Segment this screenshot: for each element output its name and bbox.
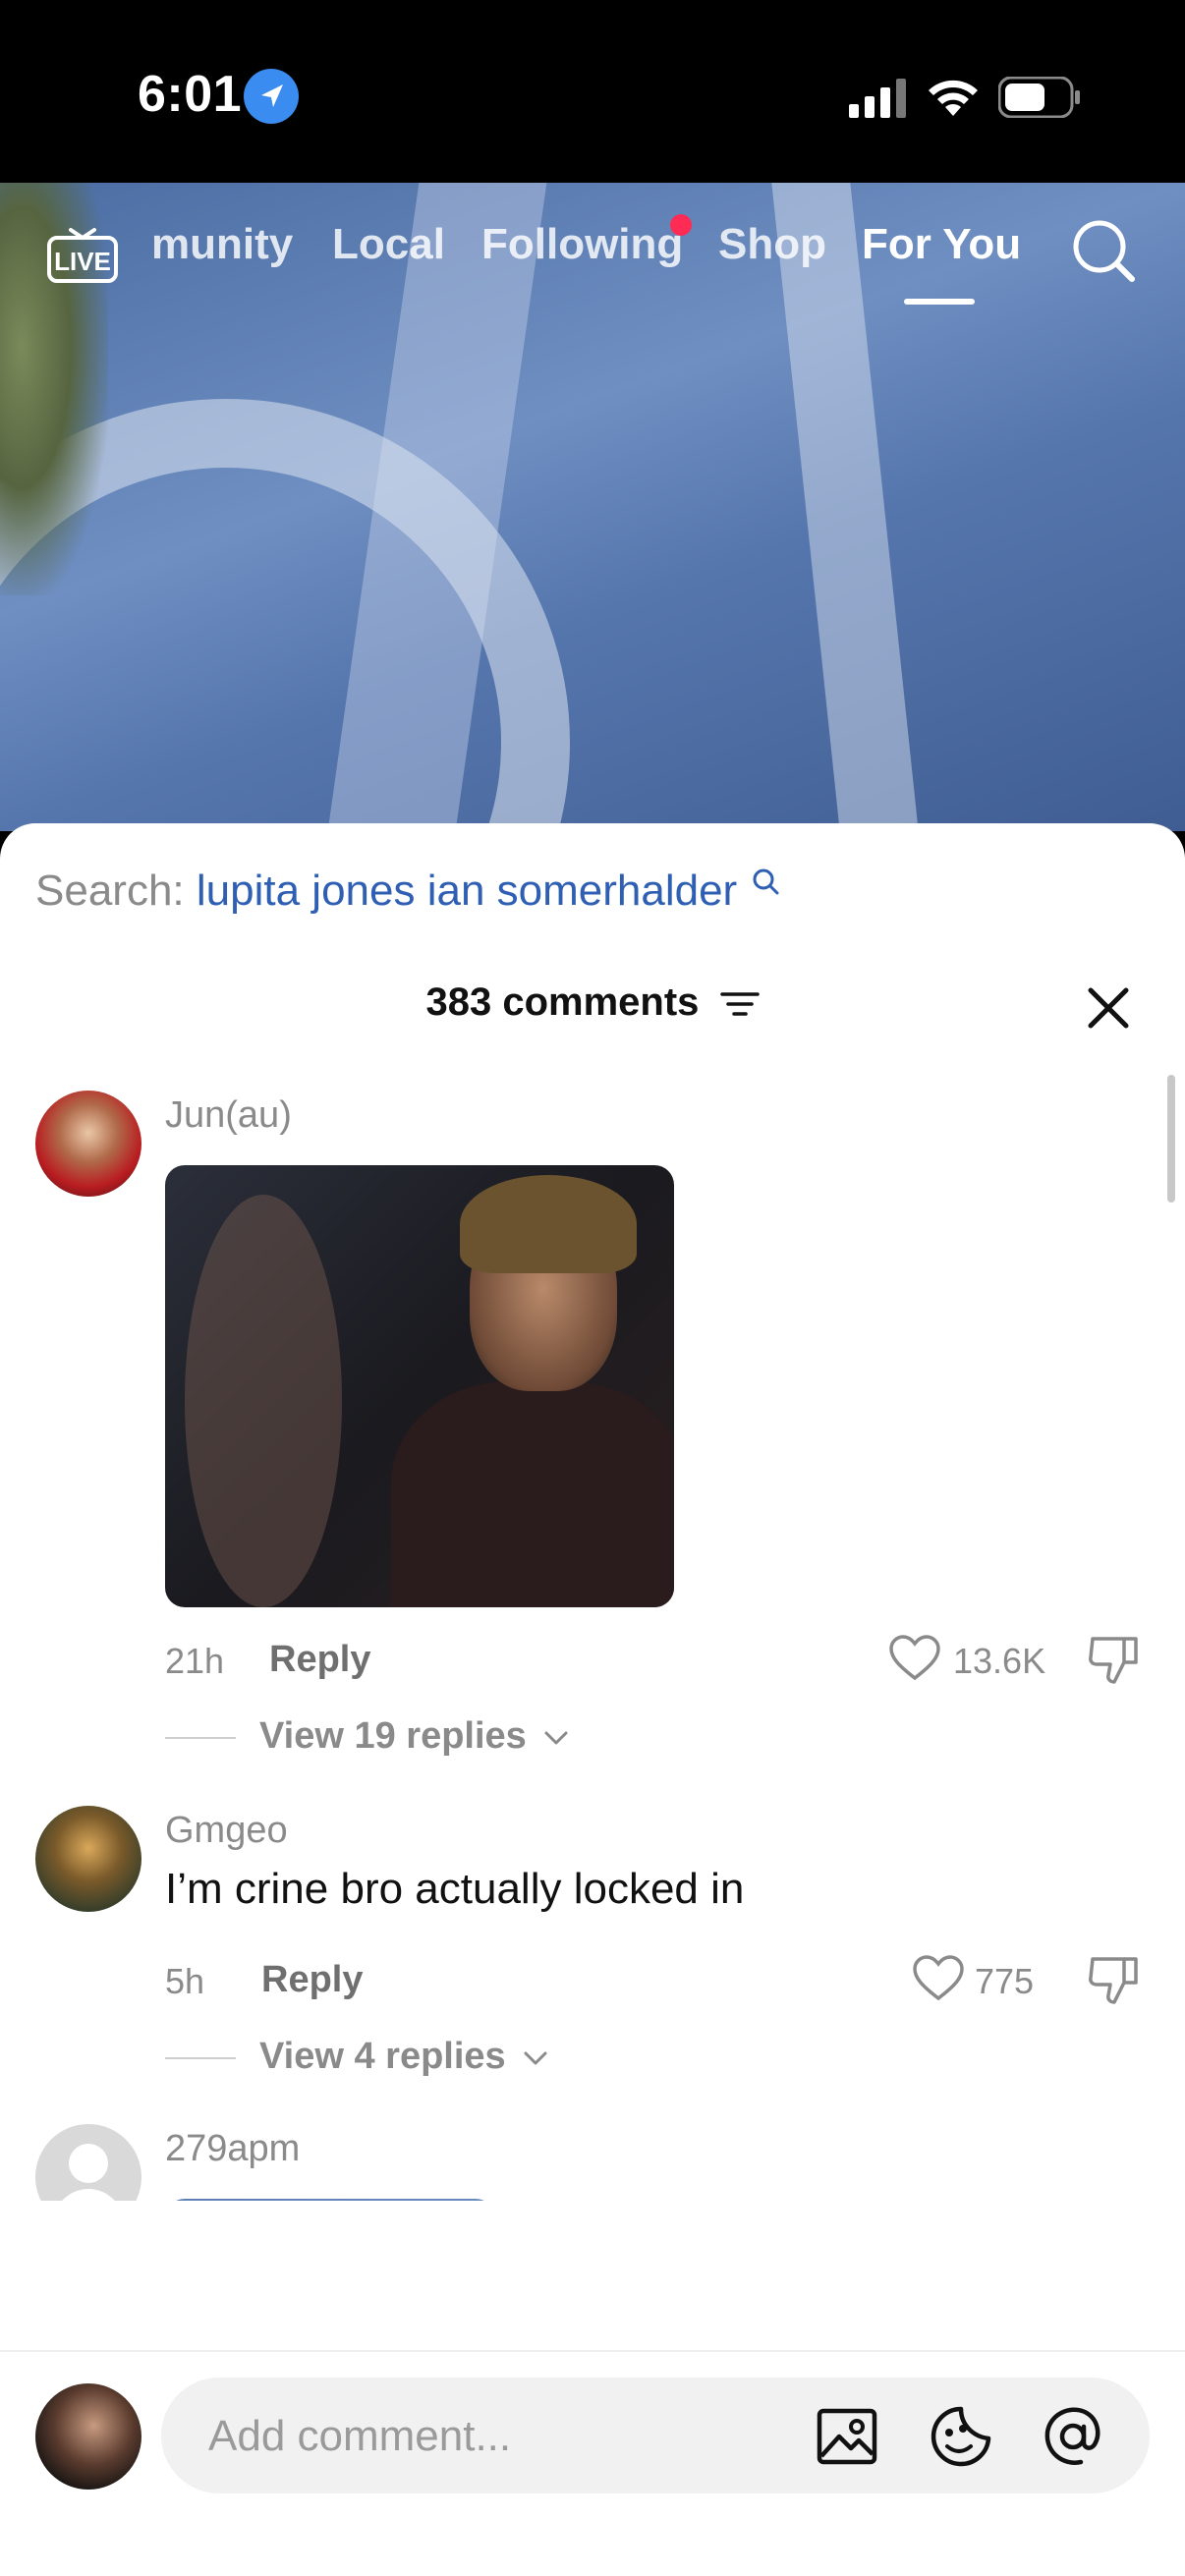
reply-button[interactable]: Reply xyxy=(269,1639,370,1681)
tab-local[interactable]: Local xyxy=(332,220,445,269)
reply-divider-line xyxy=(165,1736,236,1739)
heart-icon[interactable] xyxy=(888,1635,941,1682)
avatar[interactable] xyxy=(35,1806,141,1912)
comment-list: Jun(au) 21h Reply 13.6K View 19 replies xyxy=(0,1091,1185,2201)
comment-gif-image[interactable] xyxy=(165,1165,674,1607)
live-label: LIVE xyxy=(54,247,111,276)
wifi-icon xyxy=(929,80,978,116)
search-icon[interactable] xyxy=(1069,216,1138,285)
battery-icon xyxy=(998,77,1080,118)
tab-shop[interactable]: Shop xyxy=(718,220,826,269)
comment-item: Jun(au) 21h Reply 13.6K View 19 replies xyxy=(0,1091,1185,1798)
heart-icon[interactable] xyxy=(912,1955,965,2002)
comments-count: 383 comments xyxy=(425,980,700,1024)
live-icon[interactable]: LIVE xyxy=(45,222,120,285)
avatar[interactable] xyxy=(35,1091,141,1197)
comment-input-bar xyxy=(0,2350,1185,2576)
comment-input-container[interactable] xyxy=(161,2378,1150,2493)
reply-divider-line xyxy=(165,2056,236,2059)
current-user-avatar[interactable] xyxy=(35,2383,141,2490)
filter-icon[interactable] xyxy=(719,988,760,1020)
search-query-link[interactable]: lupita jones ian somerhalder xyxy=(197,867,737,915)
comment-item: Gmgeo I’m crine bro actually locked in 5… xyxy=(0,1806,1185,2100)
notification-dot xyxy=(670,214,692,236)
view-replies-label: View 4 replies xyxy=(259,2036,506,2077)
chevron-down-icon xyxy=(544,1731,568,1745)
comment-input[interactable] xyxy=(208,2409,759,2464)
comment-item: 279apm xyxy=(0,2124,1185,2201)
comment-username[interactable]: Jun(au) xyxy=(165,1094,292,1137)
like-count: 775 xyxy=(975,1961,1035,2001)
tab-community[interactable]: munity xyxy=(151,220,293,269)
top-nav: LIVE munity Local Following Shop For You xyxy=(0,196,1185,314)
status-time: 6:01 xyxy=(138,66,243,123)
location-arrow-icon xyxy=(244,69,299,124)
search-suggestion[interactable]: Search: lupita jones ian somerhalder xyxy=(35,867,780,916)
close-icon[interactable] xyxy=(1081,980,1136,1036)
emoji-sticker-icon[interactable] xyxy=(928,2403,994,2470)
signal-icon xyxy=(849,79,906,118)
comments-header: 383 comments xyxy=(0,980,1185,1025)
search-icon xyxy=(753,868,779,895)
chevron-down-icon xyxy=(524,2051,547,2065)
like-count: 13.6K xyxy=(953,1641,1046,1681)
image-element xyxy=(460,1175,637,1273)
active-tab-indicator xyxy=(904,299,975,305)
reply-button[interactable]: Reply xyxy=(261,1959,363,2001)
view-replies-label: View 19 replies xyxy=(259,1715,527,1757)
view-replies-button[interactable]: View 4 replies xyxy=(165,2036,549,2078)
comment-timestamp: 21h xyxy=(165,1641,225,1681)
dislike-icon[interactable] xyxy=(1087,1953,1142,2006)
image-element xyxy=(185,1195,342,1607)
mention-icon[interactable] xyxy=(1040,2403,1106,2470)
comment-timestamp: 5h xyxy=(165,1961,205,2001)
tab-for-you[interactable]: For You xyxy=(862,220,1021,269)
avatar[interactable] xyxy=(35,2124,141,2201)
search-prefix: Search: xyxy=(35,867,185,915)
status-bar: 6:01 xyxy=(0,0,1185,183)
comment-username[interactable]: 279apm xyxy=(165,2128,300,2170)
comment-image[interactable] xyxy=(165,2199,495,2201)
view-replies-button[interactable]: View 19 replies xyxy=(165,1715,570,1758)
avatar-placeholder-head xyxy=(69,2144,108,2183)
comments-sheet: Search: lupita jones ian somerhalder 383… xyxy=(0,823,1185,2576)
tab-following[interactable]: Following xyxy=(481,220,683,269)
image-icon[interactable] xyxy=(814,2403,880,2470)
comment-text: I’m crine bro actually locked in xyxy=(165,1865,745,1913)
avatar-placeholder-body xyxy=(53,2189,124,2201)
dislike-icon[interactable] xyxy=(1087,1633,1142,1686)
comment-username[interactable]: Gmgeo xyxy=(165,1810,288,1852)
image-element xyxy=(391,1381,674,1607)
